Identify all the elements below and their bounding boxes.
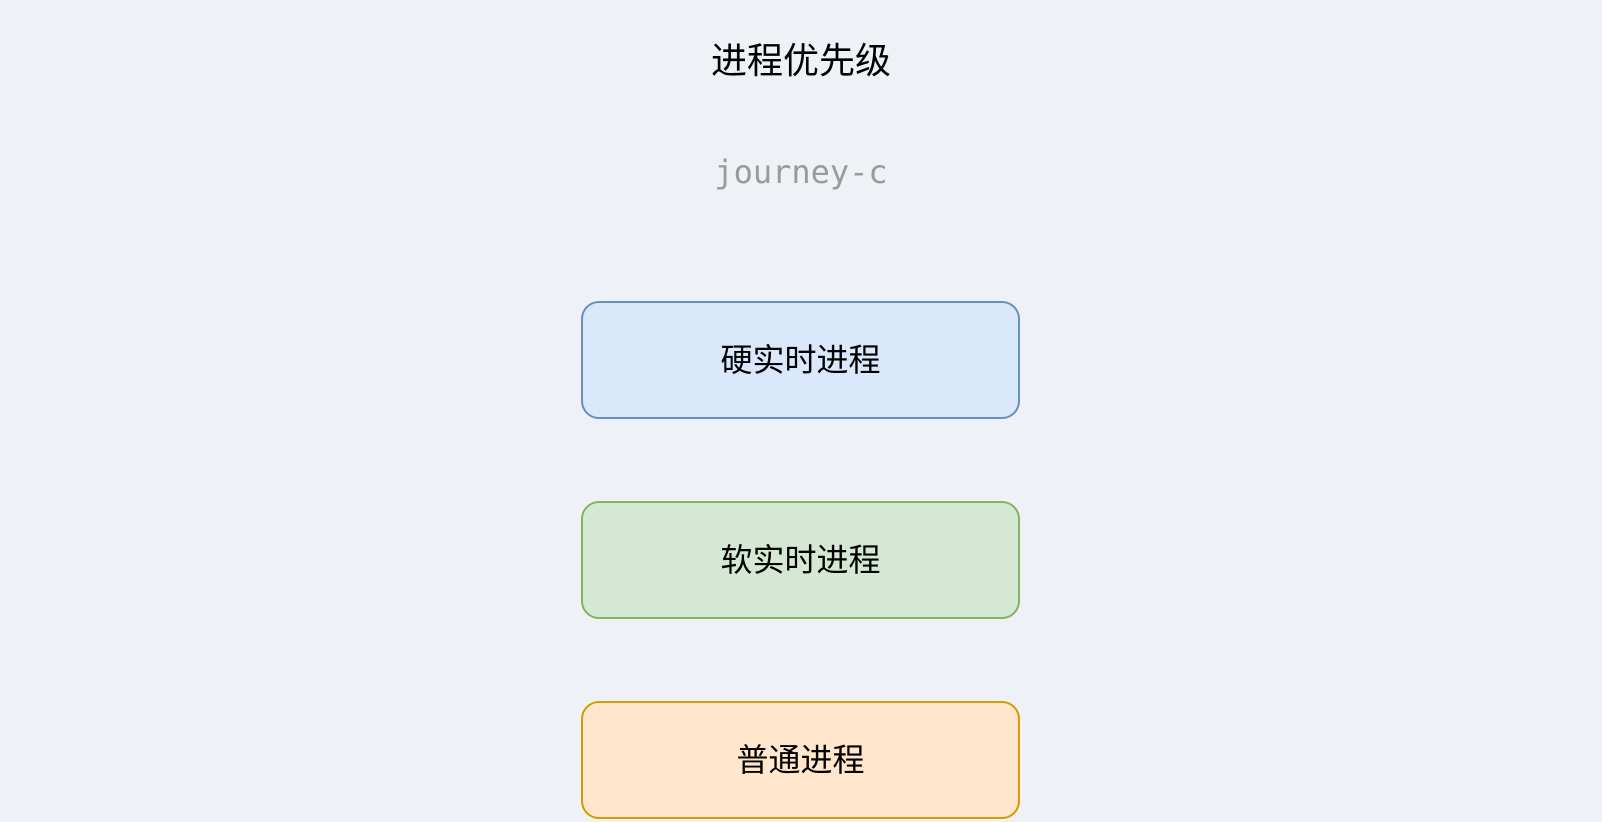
normal-process-box: 普通进程 <box>581 701 1020 819</box>
soft-realtime-process-box: 软实时进程 <box>581 501 1020 619</box>
hard-realtime-process-box: 硬实时进程 <box>581 301 1020 419</box>
soft-realtime-process-label: 软实时进程 <box>720 541 881 579</box>
diagram-title: 进程优先级 <box>710 41 891 82</box>
hard-realtime-process-label: 硬实时进程 <box>720 341 881 379</box>
author-watermark: journey-c <box>714 153 888 191</box>
normal-process-label: 普通进程 <box>736 741 865 779</box>
